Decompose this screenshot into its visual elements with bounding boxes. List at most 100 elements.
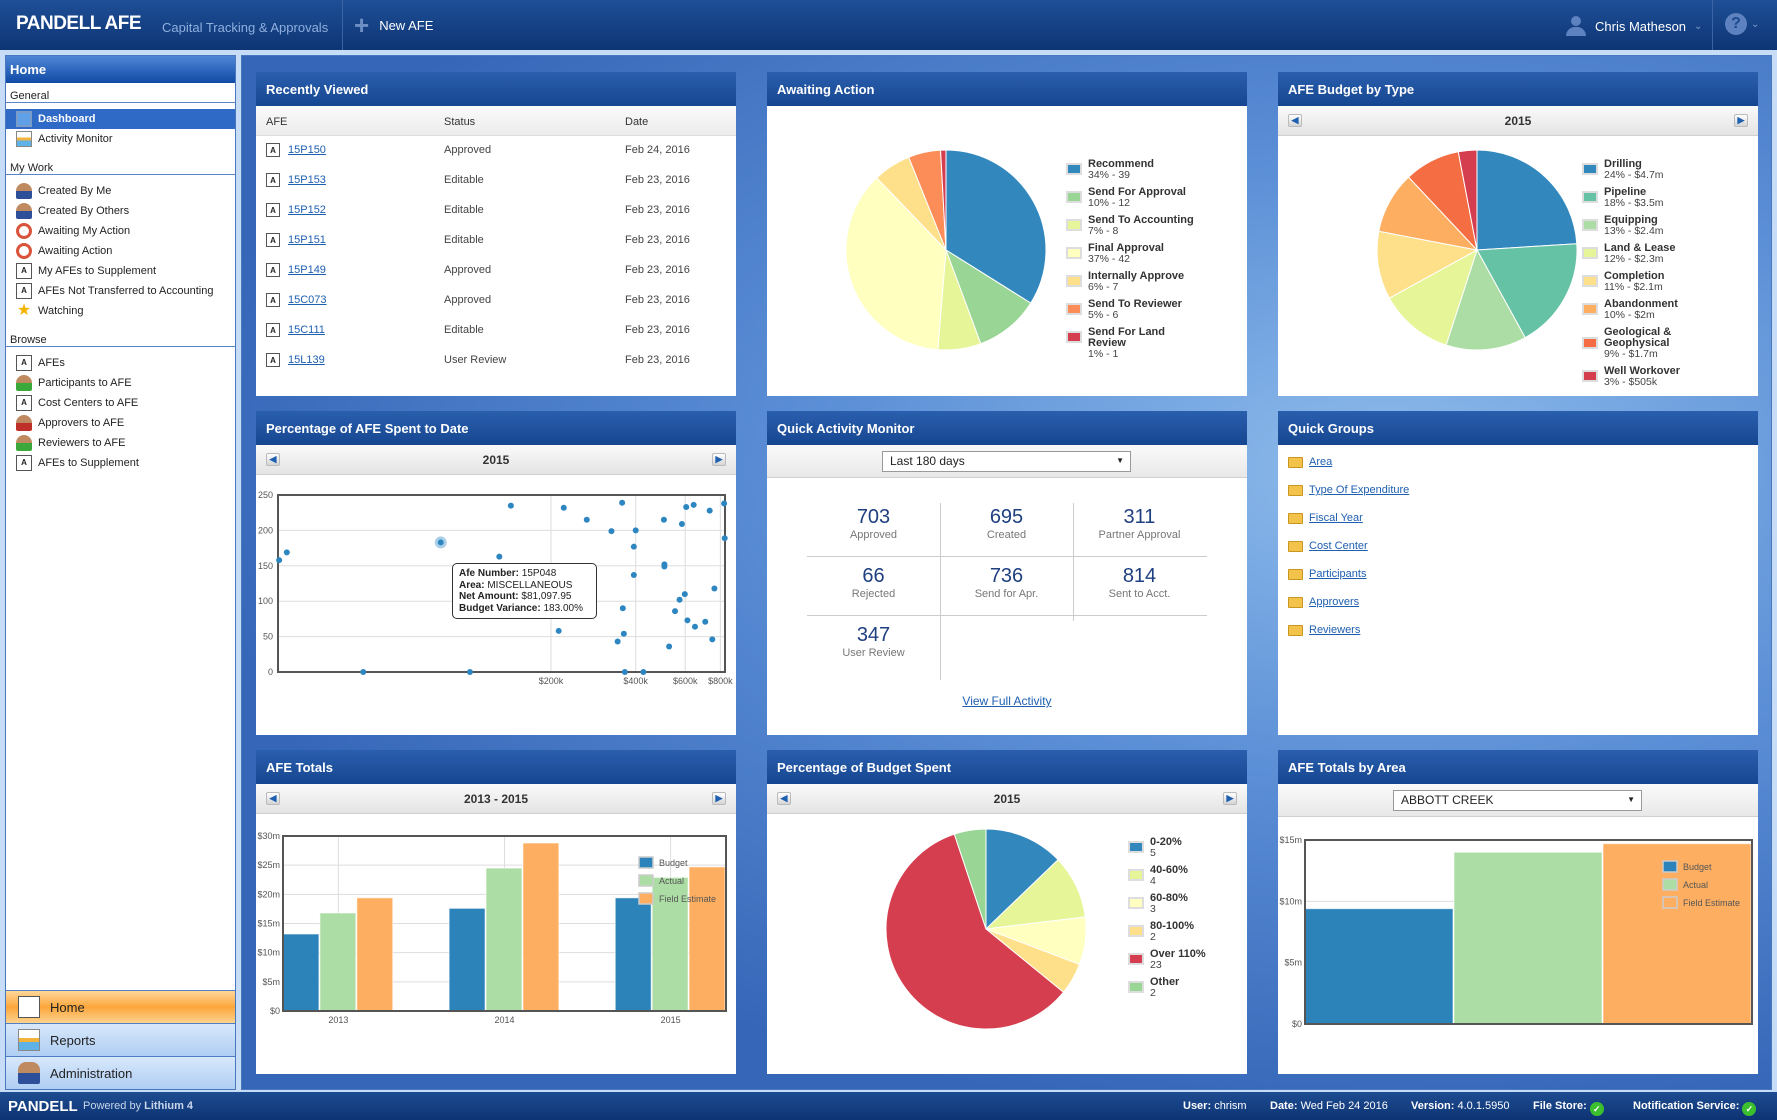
- scatter-point[interactable]: [620, 630, 627, 637]
- afe-link[interactable]: 15L139: [288, 354, 325, 366]
- app-logo[interactable]: PANDELL AFE: [16, 13, 142, 35]
- quick-group-item[interactable]: Participants: [1288, 568, 1366, 580]
- scatter-point[interactable]: [721, 500, 728, 507]
- quick-group-link[interactable]: Area: [1309, 456, 1332, 468]
- scatter-point[interactable]: [691, 623, 698, 630]
- scatter-point[interactable]: [660, 516, 667, 523]
- date-range-select[interactable]: Last 180 days: [882, 451, 1131, 472]
- sidebar-item-afes-not-transferred-to-accounting[interactable]: A AFEs Not Transferred to Accounting: [6, 281, 235, 301]
- scatter-point[interactable]: [560, 504, 567, 511]
- quick-group-item[interactable]: Area: [1288, 456, 1332, 468]
- activity-stat[interactable]: 703 Approved: [807, 506, 940, 541]
- sidebar-item-afes-to-supplement[interactable]: A AFEs to Supplement: [6, 453, 235, 473]
- nav-administration-button[interactable]: Administration: [6, 1056, 235, 1089]
- activity-stat[interactable]: 311 Partner Approval: [1073, 506, 1206, 541]
- quick-group-item[interactable]: Fiscal Year: [1288, 512, 1363, 524]
- afe-link[interactable]: 15P150: [288, 144, 326, 156]
- scatter-point[interactable]: [437, 539, 444, 546]
- sidebar-item-activity-monitor[interactable]: Activity Monitor: [6, 129, 235, 149]
- nav-reports-button[interactable]: Reports: [6, 1023, 235, 1056]
- afe-link[interactable]: 15C111: [288, 324, 325, 336]
- scatter-point[interactable]: [466, 669, 473, 675]
- scatter-point[interactable]: [621, 669, 628, 675]
- scatter-point[interactable]: [709, 636, 716, 643]
- afe-link[interactable]: 15P149: [288, 264, 326, 276]
- afe-link[interactable]: 15P153: [288, 174, 326, 186]
- quick-group-item[interactable]: Reviewers: [1288, 624, 1360, 636]
- view-full-activity-link[interactable]: View Full Activity: [767, 694, 1247, 708]
- bar-budget[interactable]: [614, 897, 652, 1012]
- sidebar-item-created-by-others[interactable]: Created By Others: [6, 201, 235, 221]
- afe-link[interactable]: 15C073: [288, 294, 327, 306]
- sidebar-item-watching[interactable]: ★ Watching: [6, 301, 235, 321]
- activity-stat[interactable]: 66 Rejected: [807, 565, 940, 600]
- sidebar-item-awaiting-my-action[interactable]: Awaiting My Action: [6, 221, 235, 241]
- quick-group-item[interactable]: Approvers: [1288, 596, 1359, 608]
- scatter-point[interactable]: [507, 502, 514, 509]
- sidebar-item-awaiting-action[interactable]: Awaiting Action: [6, 241, 235, 261]
- scatter-point[interactable]: [583, 516, 590, 523]
- sidebar-item-approvers-to-afe[interactable]: Approvers to AFE: [6, 413, 235, 433]
- scatter-point[interactable]: [640, 669, 647, 675]
- quick-group-item[interactable]: Type Of Expenditure: [1288, 484, 1409, 496]
- bar-field-estimate[interactable]: [522, 842, 560, 1012]
- bar-budget[interactable]: [448, 907, 486, 1012]
- user-menu[interactable]: Chris Matheson ⌄: [1565, 16, 1702, 36]
- scatter-point[interactable]: [661, 563, 668, 570]
- scatter-point[interactable]: [608, 528, 615, 535]
- pie-slice-drilling[interactable]: [1476, 149, 1578, 251]
- bar-actual[interactable]: [1453, 851, 1603, 1025]
- sidebar-item-cost-centers-to-afe[interactable]: A Cost Centers to AFE: [6, 393, 235, 413]
- bar-budget[interactable]: [1304, 908, 1454, 1025]
- scatter-point[interactable]: [555, 627, 562, 634]
- help-menu[interactable]: ? ⌄: [1725, 13, 1759, 35]
- scatter-point[interactable]: [283, 549, 290, 556]
- activity-stat[interactable]: 347 User Review: [807, 624, 940, 659]
- sidebar-item-afes[interactable]: A AFEs: [6, 353, 235, 373]
- nav-home-button[interactable]: Home: [6, 990, 235, 1023]
- scatter-point[interactable]: [678, 521, 685, 528]
- quick-group-link[interactable]: Reviewers: [1309, 624, 1360, 636]
- activity-stat[interactable]: 736 Send for Apr.: [940, 565, 1073, 600]
- bar-budget[interactable]: [282, 933, 320, 1012]
- quick-group-link[interactable]: Fiscal Year: [1309, 512, 1363, 524]
- scatter-point[interactable]: [721, 535, 728, 542]
- afe-link[interactable]: 15P152: [288, 204, 326, 216]
- scatter-point[interactable]: [619, 499, 626, 506]
- scatter-point[interactable]: [276, 557, 283, 564]
- sidebar-item-dashboard[interactable]: Dashboard: [6, 109, 235, 129]
- sidebar-item-participants-to-afe[interactable]: Participants to AFE: [6, 373, 235, 393]
- bar-field-estimate[interactable]: [688, 866, 726, 1012]
- scatter-point[interactable]: [684, 617, 691, 624]
- scatter-point[interactable]: [676, 596, 683, 603]
- new-afe-button[interactable]: + New AFE: [354, 12, 433, 38]
- scatter-point[interactable]: [632, 527, 639, 534]
- bar-actual[interactable]: [319, 912, 357, 1012]
- scatter-point[interactable]: [672, 608, 679, 615]
- scatter-point[interactable]: [630, 572, 637, 579]
- bar-field-estimate[interactable]: [356, 897, 394, 1012]
- quick-group-link[interactable]: Participants: [1309, 568, 1366, 580]
- scatter-point[interactable]: [690, 501, 697, 508]
- sidebar-item-my-afes-to-supplement[interactable]: A My AFEs to Supplement: [6, 261, 235, 281]
- sidebar-item-created-by-me[interactable]: Created By Me: [6, 181, 235, 201]
- afe-link[interactable]: 15P151: [288, 234, 326, 246]
- scatter-point[interactable]: [630, 543, 637, 550]
- scatter-point[interactable]: [706, 507, 713, 514]
- bar-actual[interactable]: [485, 867, 523, 1012]
- activity-stat[interactable]: 814 Sent to Acct.: [1073, 565, 1206, 600]
- quick-group-item[interactable]: Cost Center: [1288, 540, 1368, 552]
- scatter-point[interactable]: [619, 605, 626, 612]
- scatter-point[interactable]: [496, 553, 503, 560]
- scatter-point[interactable]: [711, 585, 718, 592]
- scatter-point[interactable]: [614, 638, 621, 645]
- scatter-point[interactable]: [683, 504, 690, 511]
- scatter-point[interactable]: [702, 618, 709, 625]
- quick-group-link[interactable]: Type Of Expenditure: [1309, 484, 1409, 496]
- scatter-point[interactable]: [666, 643, 673, 650]
- sidebar-item-reviewers-to-afe[interactable]: Reviewers to AFE: [6, 433, 235, 453]
- activity-stat[interactable]: 695 Created: [940, 506, 1073, 541]
- quick-group-link[interactable]: Cost Center: [1309, 540, 1368, 552]
- scatter-point[interactable]: [681, 591, 688, 598]
- scatter-point[interactable]: [360, 669, 367, 675]
